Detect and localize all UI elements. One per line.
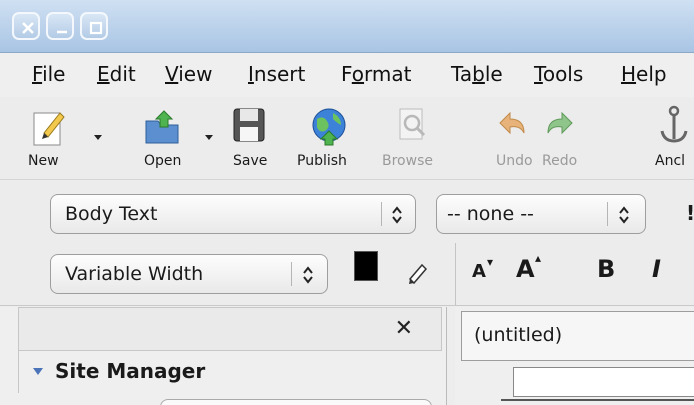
redo-button[interactable]: Redo <box>540 97 580 180</box>
larger-arrow-icon: ▴ <box>535 251 542 265</box>
anchor-icon <box>660 105 688 143</box>
ruler-line <box>501 399 694 401</box>
site-manager-title: Site Manager <box>55 359 206 383</box>
color-picker[interactable] <box>354 251 394 295</box>
save-label: Save <box>233 153 268 169</box>
site-manager-header[interactable]: Site Manager <box>18 351 442 393</box>
save-button[interactable]: Save <box>230 97 270 180</box>
smaller-arrow-icon: ▾ <box>487 255 494 269</box>
menu-format[interactable]: Format <box>341 62 412 86</box>
toolbar-separator <box>455 243 456 305</box>
new-button[interactable]: New <box>28 97 102 180</box>
class-style-value: -- none -- <box>447 203 534 225</box>
italic-button[interactable]: I <box>652 255 661 283</box>
tab-title: (untitled) <box>474 324 563 346</box>
publish-label: Publish <box>297 153 347 169</box>
updown-arrow-icon <box>303 266 313 284</box>
menu-file[interactable]: File <box>32 62 65 86</box>
truncated-toolbar-item[interactable]: ! <box>686 201 694 225</box>
browse-magnifier-icon <box>399 108 426 140</box>
font-value: Variable Width <box>65 263 204 285</box>
open-label: Open <box>144 153 182 169</box>
new-dropdown-icon[interactable] <box>94 135 102 140</box>
menu-table[interactable]: Table <box>451 62 503 86</box>
open-dropdown-icon[interactable] <box>205 135 213 140</box>
maximize-window-button[interactable] <box>80 12 108 40</box>
editor-area: (untitled) <box>455 307 694 405</box>
publish-button[interactable]: Publish <box>297 97 367 180</box>
highlight-pen-icon[interactable] <box>406 259 432 285</box>
site-manager-sidebar: ✕ Site Manager <box>0 307 447 405</box>
paragraph-style-value: Body Text <box>65 203 158 225</box>
tab-untitled[interactable]: (untitled) <box>461 311 694 361</box>
site-selector[interactable] <box>160 399 432 405</box>
open-folder-icon <box>145 110 179 144</box>
minimize-window-button[interactable] <box>46 12 74 40</box>
text-color-swatch[interactable] <box>354 251 378 281</box>
undo-label: Undo <box>496 153 533 169</box>
format-toolbar-2: Variable Width A ▾ A ▴ B I <box>0 243 694 306</box>
publish-globe-icon <box>312 108 346 146</box>
anchor-label: Ancl <box>655 153 686 169</box>
menu-insert[interactable]: Insert <box>248 62 305 86</box>
menubar: File Edit View Insert Format Table Tools… <box>0 53 694 97</box>
expand-triangle-icon[interactable] <box>33 368 43 375</box>
menu-edit[interactable]: Edit <box>97 62 136 86</box>
close-window-button[interactable] <box>12 12 40 40</box>
updown-arrow-icon <box>392 206 402 224</box>
new-document-icon <box>33 112 65 146</box>
combo-separator <box>291 262 292 286</box>
redo-arrow-icon <box>547 111 573 135</box>
combo-separator <box>607 202 608 226</box>
larger-text-button[interactable]: A <box>516 255 535 283</box>
anchor-button[interactable]: Ancl <box>640 97 694 180</box>
updown-arrow-icon <box>619 206 629 224</box>
menu-help[interactable]: Help <box>621 62 667 86</box>
open-button[interactable]: Open <box>140 97 213 180</box>
new-label: New <box>28 153 59 169</box>
close-sidebar-icon[interactable]: ✕ <box>395 316 413 341</box>
save-floppy-icon <box>233 108 265 142</box>
document-body-input[interactable] <box>513 367 694 397</box>
undo-button[interactable]: Undo <box>492 97 533 180</box>
sidebar-header: ✕ <box>18 307 442 351</box>
browse-label: Browse <box>382 153 433 169</box>
bold-button[interactable]: B <box>597 255 615 283</box>
smaller-text-button[interactable]: A <box>472 261 486 282</box>
composition-toolbar: New Open Save Publish Browse Undo Redo A… <box>0 97 694 180</box>
close-icon <box>22 22 34 34</box>
browse-button[interactable]: Browse <box>382 97 452 180</box>
menu-tools[interactable]: Tools <box>534 62 583 86</box>
redo-label: Redo <box>542 153 578 169</box>
format-toolbar-1: Body Text -- none -- ! <box>0 181 694 243</box>
undo-arrow-icon <box>499 111 525 135</box>
maximize-icon <box>89 21 103 35</box>
combo-separator <box>381 202 382 226</box>
menu-view[interactable]: View <box>165 62 212 86</box>
window-titlebar <box>0 0 694 53</box>
minimize-icon <box>57 30 67 34</box>
font-select[interactable]: Variable Width <box>50 254 328 294</box>
paragraph-style-select[interactable]: Body Text <box>50 194 416 234</box>
class-style-select[interactable]: -- none -- <box>436 194 646 234</box>
